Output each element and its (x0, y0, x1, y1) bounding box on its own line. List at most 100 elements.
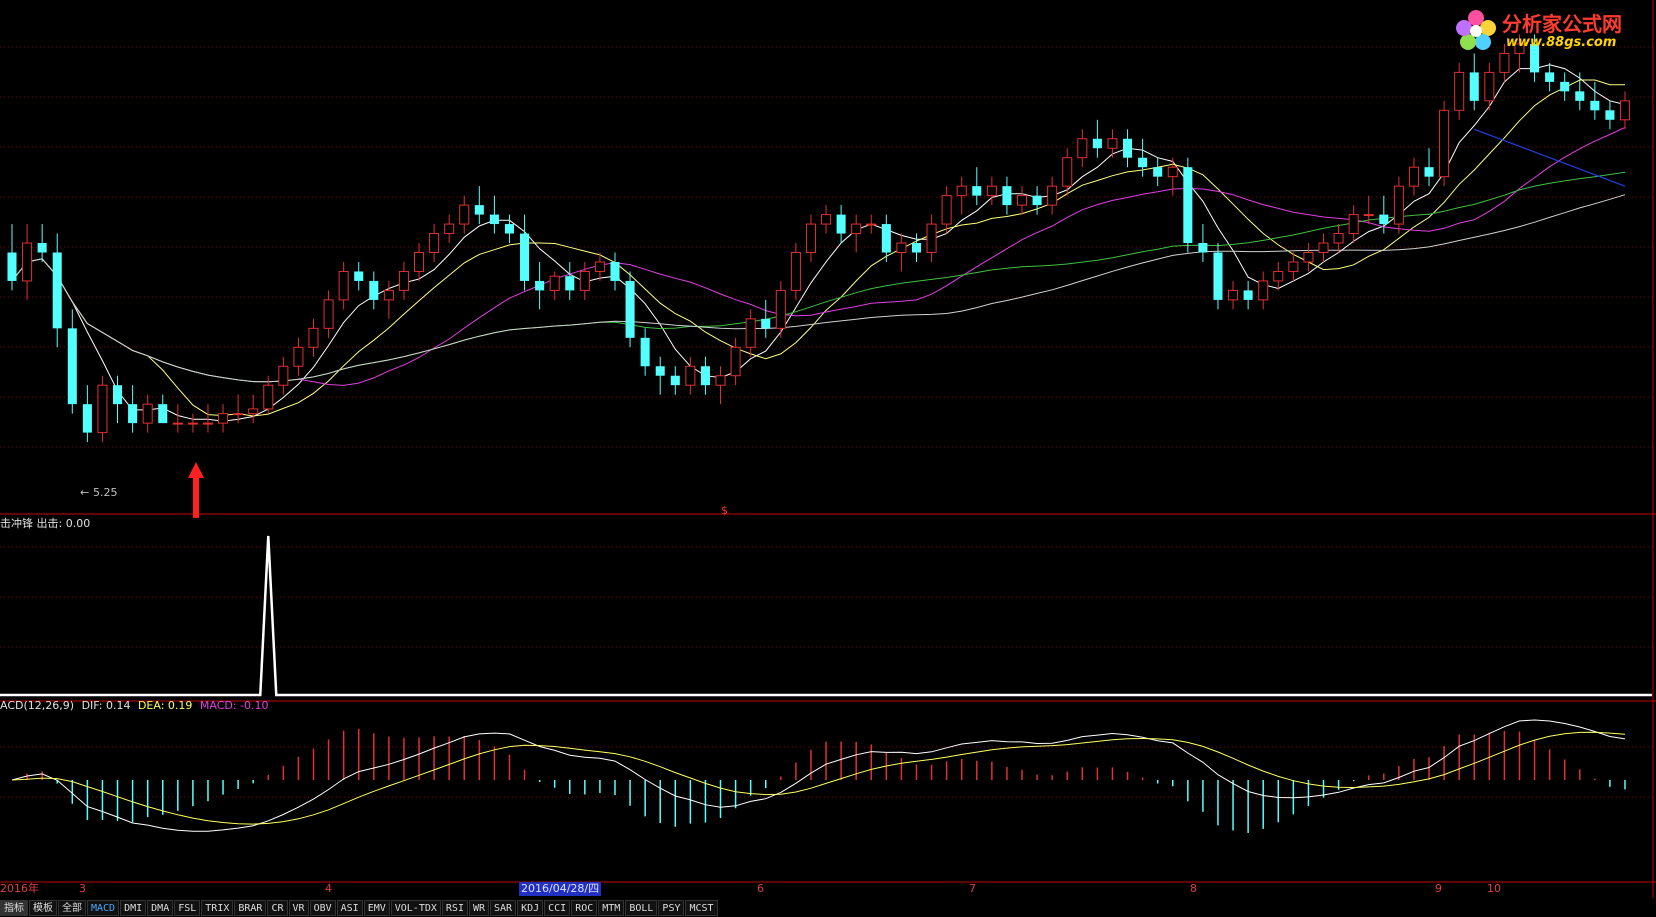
signal-marker: $ (721, 504, 728, 517)
candle-body (459, 204, 470, 225)
candle-body (805, 223, 816, 253)
candle-body (625, 280, 635, 338)
macd-header: ACD(12,26,9) DIF: 0.14 DEA: 0.19 MACD: -… (0, 699, 269, 713)
candle-body (413, 252, 425, 272)
candle-body (444, 223, 455, 235)
sub-indicator-label: 击冲锋 出击: 0.00 (0, 517, 91, 530)
tab-mcst[interactable]: MCST (685, 899, 718, 916)
candle-body (715, 375, 726, 386)
candle-body (520, 233, 530, 281)
tab-cr[interactable]: CR (267, 899, 288, 916)
axis-label-date[interactable]: 2016/04/28/四 (519, 882, 602, 896)
candle-body (1545, 72, 1555, 82)
site-logo: 分析家公式网 www.88gs.com (1448, 4, 1648, 56)
candle-body (338, 270, 349, 301)
candle-body (187, 422, 198, 425)
candle-body (1016, 195, 1028, 206)
candle-body (1379, 214, 1389, 225)
candle-body (1469, 72, 1479, 101)
candle-body (700, 366, 710, 386)
candle-body (1228, 289, 1239, 301)
tab-dma[interactable]: DMA (147, 899, 174, 916)
tab-boll[interactable]: BOLL (625, 899, 658, 916)
candle-body (248, 408, 259, 415)
candle-body (1619, 100, 1631, 121)
candle-body (881, 224, 891, 253)
candle-body (851, 223, 862, 235)
candle-body (685, 365, 696, 386)
tab-fsl[interactable]: FSL (174, 899, 201, 916)
candle (97, 375, 108, 443)
candle-body (1348, 214, 1359, 235)
tab-模板[interactable]: 模板 (29, 899, 57, 916)
candle-body (489, 214, 499, 225)
candle (625, 271, 635, 348)
candle-body (836, 214, 846, 234)
macd-dea: DEA: 0.19 (137, 699, 193, 712)
candle-body (956, 185, 967, 197)
candle-body (278, 365, 289, 386)
candle-body (866, 223, 877, 226)
candle-body (896, 242, 907, 253)
tab-trix[interactable]: TRIX (201, 899, 234, 916)
tab-wr[interactable]: WR (468, 899, 490, 916)
candle-body (474, 205, 484, 215)
candle-body (1560, 81, 1570, 92)
logo-url: www.88gs.com (1506, 35, 1617, 50)
axis-label-10: 10 (1487, 882, 1501, 895)
tab-vr[interactable]: VR (288, 899, 309, 916)
tab-macd[interactable]: MACD (87, 899, 120, 916)
tab-psy[interactable]: PSY (658, 899, 685, 916)
tab-cci[interactable]: CCI (544, 899, 571, 916)
candle-body (640, 337, 650, 367)
tab-mtm[interactable]: MTM (598, 899, 625, 916)
candle-body (142, 403, 153, 424)
tab-brar[interactable]: BRAR (234, 899, 267, 916)
candle-body (535, 280, 545, 291)
axis-label-3: 3 (79, 882, 86, 895)
candle-body (172, 422, 183, 425)
candle-body (1273, 270, 1284, 282)
candle-body (972, 186, 982, 196)
tab-emv[interactable]: EMV (363, 899, 390, 916)
candle-body (1605, 110, 1615, 120)
tab-dmi[interactable]: DMI (120, 899, 147, 916)
candle-body (263, 384, 274, 410)
candle (1183, 157, 1193, 253)
candle-body (218, 413, 229, 424)
tab-kdj[interactable]: KDJ (517, 899, 544, 916)
candle-body (22, 242, 33, 282)
tab-obv[interactable]: OBV (309, 899, 336, 916)
candle-body (1318, 242, 1329, 253)
macd-value: MACD: -0.10 (199, 699, 269, 712)
candle-body (941, 195, 952, 225)
tab-vol-tdx[interactable]: VOL-TDX (390, 899, 441, 916)
low-price-label: 5.25 (93, 486, 118, 499)
stock-chart[interactable]: ← (0, 0, 1656, 898)
tab-rsi[interactable]: RSI (441, 899, 468, 916)
candle-body (37, 243, 47, 253)
tab-全部[interactable]: 全部 (58, 899, 86, 916)
candle-body (610, 261, 620, 281)
candle-body (1047, 185, 1058, 206)
tab-sar[interactable]: SAR (490, 899, 517, 916)
candle-body (1590, 100, 1600, 111)
candle-body (1002, 186, 1012, 206)
candle-body (293, 346, 304, 367)
macd-dif: DIF: 0.14 (81, 699, 131, 712)
candle-body (1439, 109, 1450, 178)
candle-body (549, 275, 560, 291)
tab-指标[interactable]: 指标 (0, 899, 28, 916)
candle-body (52, 252, 62, 329)
candle-body (1167, 166, 1178, 178)
macd-name: ACD(12,26,9) (0, 699, 75, 712)
candle-body (1213, 252, 1223, 300)
candle-body (1484, 71, 1495, 102)
candle-body (429, 233, 440, 254)
candle-body (1032, 195, 1042, 206)
candle-body (1077, 138, 1088, 159)
tab-roc[interactable]: ROC (571, 899, 598, 916)
candle-body (1575, 91, 1585, 101)
candle-body (1062, 157, 1073, 187)
tab-asi[interactable]: ASI (336, 899, 363, 916)
